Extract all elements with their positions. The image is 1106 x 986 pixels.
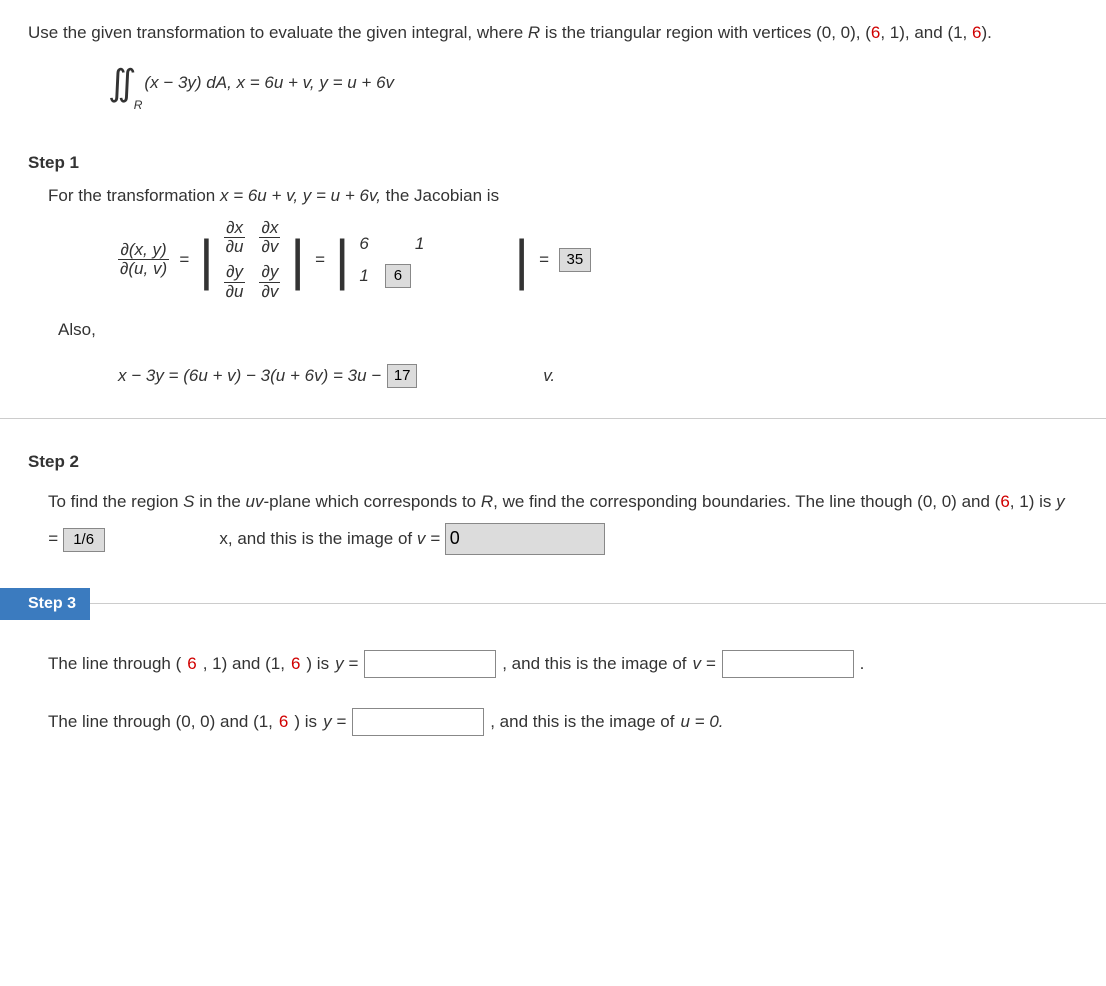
input-line1-y[interactable]: [364, 650, 496, 678]
step2-header: Step 2: [28, 449, 1078, 475]
x-minus-3y-equation: x − 3y = (6u + v) − 3(u + 6v) = 3u − v.: [118, 363, 1078, 389]
divider: [0, 418, 1106, 419]
integral-symbol: ∬: [108, 62, 136, 103]
text: , 1), and (1,: [880, 23, 972, 42]
also-label: Also,: [58, 317, 1078, 343]
integrand: (x − 3y) dA, x = 6u + v, y = u + 6v: [144, 70, 394, 96]
step1-intro: For the transformation x = 6u + v, y = u…: [48, 183, 1078, 209]
integral-region: R: [134, 96, 143, 114]
step3-line1: The line through (6, 1) and (1, 6) is y …: [48, 650, 1078, 678]
input-jacobian-result[interactable]: [559, 248, 591, 272]
input-line1-v[interactable]: [722, 650, 854, 678]
step3-line2: The line through (0, 0) and (1, 6) is y …: [48, 708, 1078, 736]
integral-expression: ∬ R (x − 3y) dA, x = 6u + v, y = u + 6v: [108, 56, 1078, 110]
step3-header: Step 3: [0, 588, 90, 620]
text: Use the given transformation to evaluate…: [28, 23, 528, 42]
input-m22[interactable]: [385, 264, 411, 288]
red-6: 6: [871, 23, 880, 42]
step3-header-bar: Step 3: [0, 588, 1106, 620]
input-slope1[interactable]: [63, 528, 105, 552]
problem-statement: Use the given transformation to evaluate…: [28, 20, 1078, 46]
R: R: [528, 23, 540, 42]
jacobian-label: ∂(x, y) ∂(u, v): [118, 241, 169, 279]
step2-text: To find the region S in the uv-plane whi…: [48, 483, 1078, 558]
input-line2-y[interactable]: [352, 708, 484, 736]
input-coefficient[interactable]: [387, 364, 417, 388]
text: is the triangular region with vertices (…: [540, 23, 871, 42]
jacobian-equation: ∂(x, y) ∂(u, v) = | ∂x∂u ∂x∂v ∂y∂u ∂y∂v …: [118, 219, 1078, 302]
step1-header: Step 1: [28, 150, 1078, 176]
jacobian-values: 6 1 1: [359, 231, 424, 288]
jacobian-partials: ∂x∂u ∂x∂v ∂y∂u ∂y∂v: [224, 219, 281, 302]
input-v-value[interactable]: [445, 523, 605, 555]
text: ).: [981, 23, 991, 42]
